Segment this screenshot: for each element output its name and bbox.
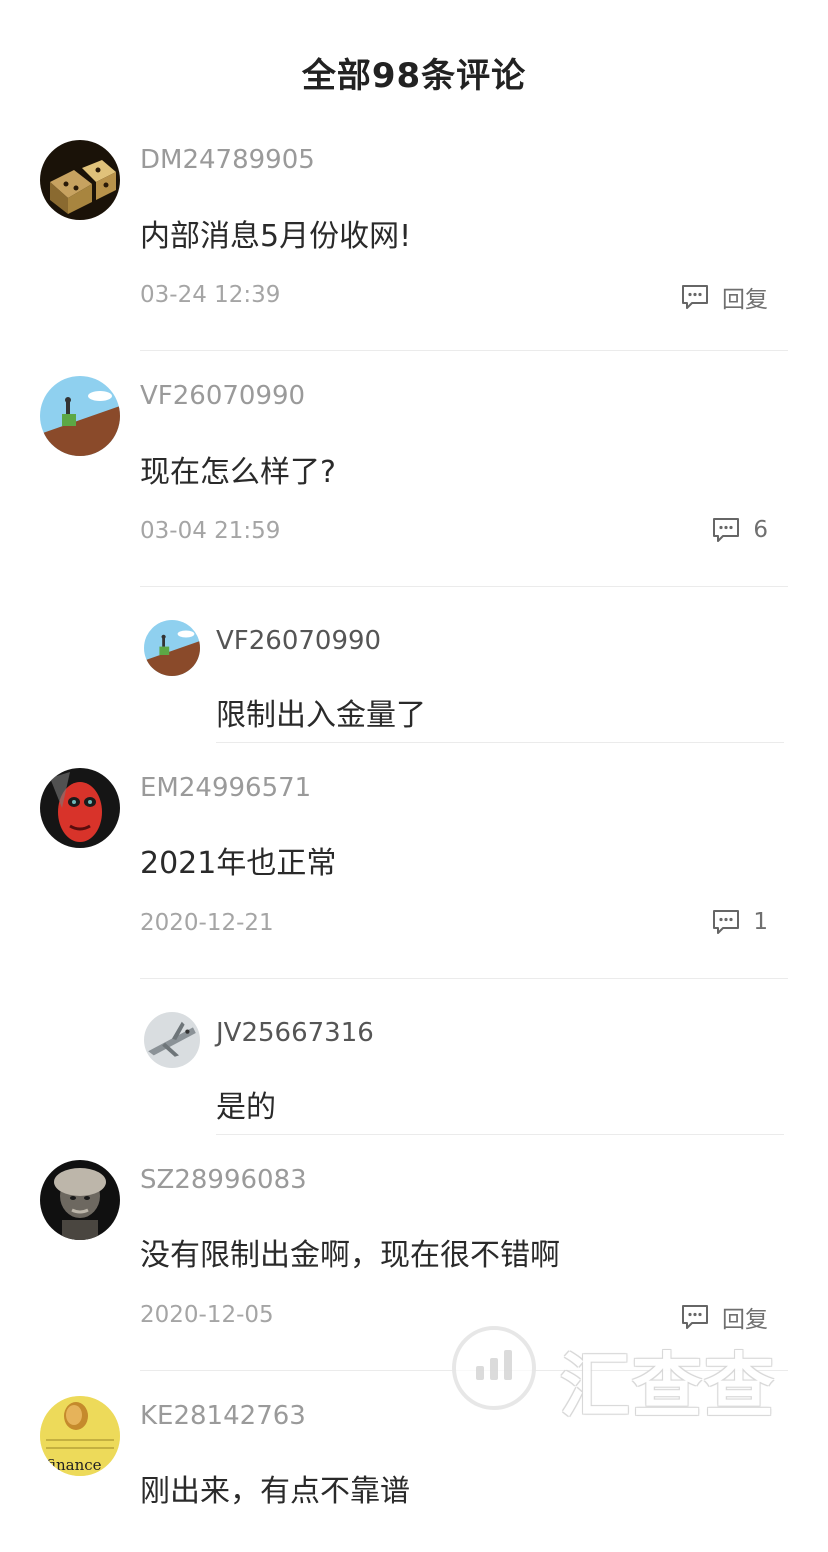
cartoon-hill-avatar[interactable] <box>144 620 200 676</box>
divider <box>140 350 788 351</box>
reply-text: 是的 <box>216 1090 276 1125</box>
comment-time: 2020-12-21 <box>140 910 274 936</box>
chart-search-icon <box>452 1326 536 1410</box>
divider <box>140 978 788 979</box>
comment-bubble-icon <box>711 516 741 544</box>
comment-bubble-icon <box>680 283 710 311</box>
comment-username[interactable]: SZ28996083 <box>140 1165 307 1195</box>
comment-text: 刚出来，有点不靠谱 <box>140 1474 410 1509</box>
reply-username[interactable]: VF26070990 <box>216 626 381 656</box>
comment-text: 2021年也正常 <box>140 846 337 881</box>
reply-button[interactable]: 回复 <box>680 280 768 314</box>
comment-text: 没有限制出金啊，现在很不错啊 <box>140 1238 560 1273</box>
finance-coin-avatar[interactable]: finance <box>40 1396 120 1476</box>
reply-count-button[interactable]: 1 <box>711 908 768 936</box>
painted-face-avatar[interactable] <box>40 768 120 848</box>
divider <box>216 1134 784 1135</box>
portrait-avatar[interactable] <box>40 1160 120 1240</box>
comment-time: 2020-12-05 <box>140 1302 274 1328</box>
jet-avatar[interactable] <box>144 1012 200 1068</box>
reply-count: 1 <box>753 909 768 935</box>
cartoon-hill-avatar[interactable] <box>40 376 120 456</box>
comment-text: 现在怎么样了? <box>140 455 336 490</box>
watermark-text: 汇查查 <box>560 1345 776 1427</box>
comment-time: 03-04 21:59 <box>140 518 281 544</box>
watermark-logo: 汇查查 <box>452 1322 792 1427</box>
comment-text: 内部消息5月份收网! <box>140 219 412 254</box>
comment-bubble-icon <box>711 908 741 936</box>
reply-username[interactable]: JV25667316 <box>216 1018 374 1048</box>
divider <box>140 586 788 587</box>
page-title: 全部98条评论 <box>301 56 527 96</box>
divider <box>216 742 784 743</box>
comment-username[interactable]: VF26070990 <box>140 381 305 411</box>
comment-time: 03-24 12:39 <box>140 282 281 308</box>
comment-username[interactable]: EM24996571 <box>140 773 311 803</box>
dice-avatar[interactable] <box>40 140 120 220</box>
comments-page: 全部98条评论 DM24789905 内部消息5月份收网! 03-24 12:3… <box>0 0 828 1552</box>
avatar-finance-text: finance <box>46 1456 102 1474</box>
reply-label: 回复 <box>722 287 768 313</box>
reply-count: 6 <box>753 517 768 543</box>
reply-text: 限制出入金量了 <box>216 698 426 733</box>
reply-count-button[interactable]: 6 <box>711 516 768 544</box>
comment-username[interactable]: DM24789905 <box>140 145 315 175</box>
comment-username[interactable]: KE28142763 <box>140 1401 306 1431</box>
